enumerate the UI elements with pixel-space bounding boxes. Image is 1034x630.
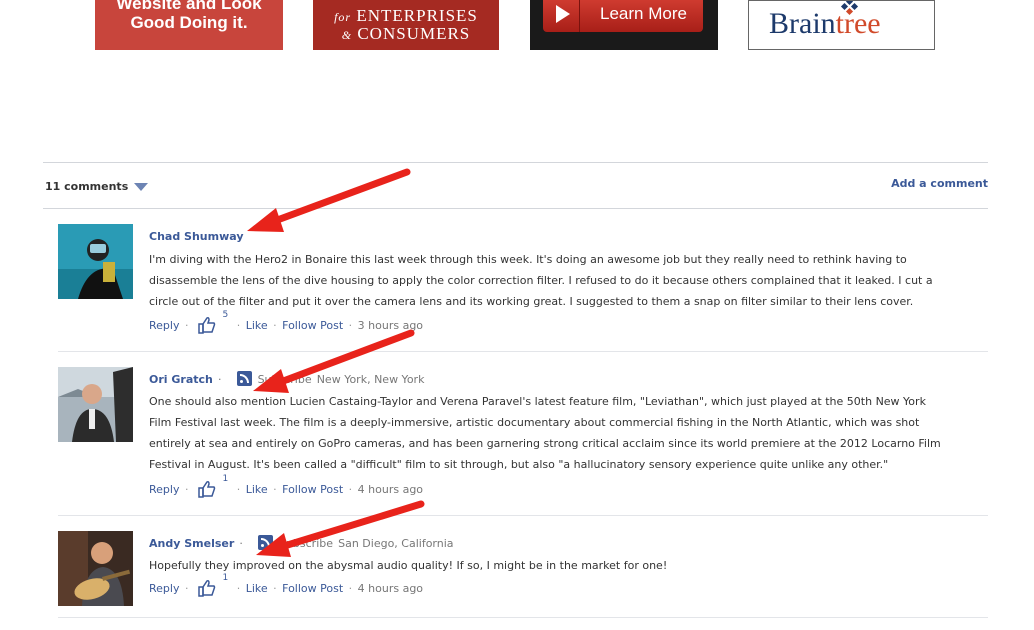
- avatar[interactable]: [58, 531, 133, 606]
- divider: [58, 515, 988, 516]
- follow-post-link[interactable]: Follow Post: [282, 582, 343, 595]
- comment-text: Hopefully they improved on the abysmal a…: [149, 559, 668, 572]
- like-count: 5: [222, 310, 229, 320]
- ad-prefix-for: for: [334, 10, 352, 24]
- brand-part-a: Brain: [769, 7, 836, 40]
- ad-consumers: CONSUMERS: [357, 24, 471, 43]
- divider: [43, 208, 988, 209]
- comment-actions: Reply · 1 · Like · Follow Post · 4 hours…: [149, 573, 949, 599]
- comment-timestamp[interactable]: 4 hours ago: [358, 582, 423, 595]
- follow-post-link[interactable]: Follow Post: [282, 483, 343, 496]
- ad-banner-enterprises[interactable]: for ENTERPRISES & CONSUMERS: [313, 0, 499, 50]
- rss-icon[interactable]: [236, 371, 252, 386]
- comment-text: One should also mention Lucien Castaing-…: [149, 395, 941, 471]
- avatar[interactable]: [58, 367, 133, 442]
- ad-line-2: Good Doing it.: [130, 13, 248, 32]
- ad-line-1: Website and Look: [116, 0, 262, 13]
- reply-link[interactable]: Reply: [149, 483, 179, 496]
- braintree-logo: Braintree: [769, 7, 881, 41]
- play-icon: [543, 0, 580, 32]
- subscribe-link[interactable]: Subscribe: [258, 373, 312, 386]
- divider: [58, 351, 988, 352]
- ad-banner-braintree[interactable]: Braintree: [748, 0, 935, 50]
- like-thumb-icon[interactable]: [198, 480, 216, 498]
- comment-text: I'm diving with the Hero2 in Bonaire thi…: [149, 253, 933, 308]
- follow-post-link[interactable]: Follow Post: [282, 319, 343, 332]
- reply-link[interactable]: Reply: [149, 582, 179, 595]
- add-comment-link[interactable]: Add a comment: [891, 177, 988, 190]
- comment-location: San Diego, California: [338, 537, 454, 550]
- subscribe-link[interactable]: Subscribe: [279, 537, 333, 550]
- comment-author[interactable]: Chad Shumway: [149, 230, 244, 243]
- comment-actions: Reply · 5 · Like · Follow Post · 3 hours…: [149, 310, 949, 336]
- like-thumb-icon[interactable]: [198, 316, 216, 334]
- like-count: 1: [222, 474, 229, 484]
- ad-enterprises: ENTERPRISES: [356, 6, 478, 25]
- reply-link[interactable]: Reply: [149, 319, 179, 332]
- ad-banner-website[interactable]: Website and Look Good Doing it.: [95, 0, 283, 50]
- comment-author[interactable]: Ori Gratch: [149, 373, 213, 386]
- brand-part-b: tree: [835, 7, 881, 40]
- arrow-annotation: [247, 168, 411, 232]
- chevron-down-icon[interactable]: [134, 183, 149, 191]
- comment-author[interactable]: Andy Smelser: [149, 537, 234, 550]
- comment-location: New York, New York: [316, 373, 425, 386]
- like-count: 1: [222, 573, 229, 583]
- divider: [43, 162, 988, 163]
- like-link[interactable]: Like: [246, 483, 268, 496]
- like-thumb-icon[interactable]: [198, 579, 216, 597]
- ad-banner-video[interactable]: Learn More: [530, 0, 718, 50]
- avatar[interactable]: [58, 224, 133, 299]
- ad-prefix-amp: &: [341, 28, 353, 42]
- divider: [58, 617, 988, 618]
- comment-timestamp[interactable]: 3 hours ago: [358, 319, 423, 332]
- learn-more-button[interactable]: Learn More: [543, 0, 703, 32]
- rss-icon[interactable]: [257, 535, 273, 550]
- comment-count-label: 11 comments: [45, 180, 129, 193]
- comment-actions: Reply · 1 · Like · Follow Post · 4 hours…: [149, 474, 949, 500]
- like-link[interactable]: Like: [246, 582, 268, 595]
- comment-timestamp[interactable]: 4 hours ago: [358, 483, 423, 496]
- comment-count[interactable]: 11 comments: [45, 180, 149, 193]
- learn-more-label: Learn More: [600, 4, 687, 23]
- like-link[interactable]: Like: [246, 319, 268, 332]
